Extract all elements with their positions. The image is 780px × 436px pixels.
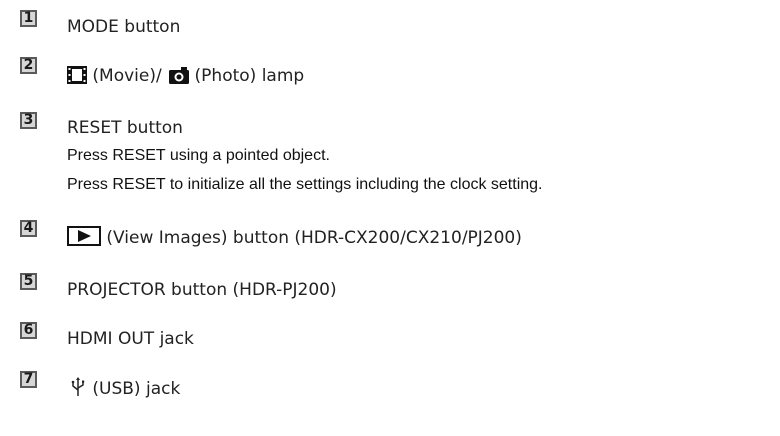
item-note: Press RESET to initialize all the settin… xyxy=(67,176,543,193)
document-page: { "items": [ {"number": "1", "label": "M… xyxy=(0,0,780,436)
item-number-badge: 1 xyxy=(20,10,37,27)
play-icon xyxy=(67,226,101,246)
item-number-badge: 7 xyxy=(20,371,37,388)
item-number-badge: 4 xyxy=(20,220,37,237)
item-label: (Movie)/ (Photo) lamp xyxy=(67,65,304,87)
usb-icon xyxy=(71,377,85,396)
item-note: Press RESET using a pointed object. xyxy=(67,147,330,164)
item-label: PROJECTOR button (HDR-PJ200) xyxy=(67,280,337,300)
movie-label: (Movie)/ xyxy=(92,66,162,86)
item-label: HDMI OUT jack xyxy=(67,329,194,349)
film-icon xyxy=(67,66,87,84)
view-images-label: (View Images) button (HDR-CX200/CX210/PJ… xyxy=(106,228,522,248)
item-label: RESET button xyxy=(67,118,183,138)
item-number-badge: 2 xyxy=(20,57,37,74)
camera-icon xyxy=(169,67,190,84)
photo-label: (Photo) lamp xyxy=(194,66,305,86)
item-number-badge: 6 xyxy=(20,322,37,339)
item-label: (USB) jack xyxy=(67,377,180,400)
item-number-badge: 5 xyxy=(20,273,37,290)
item-label: (View Images) button (HDR-CX200/CX210/PJ… xyxy=(67,226,522,249)
item-label: MODE button xyxy=(67,17,181,37)
usb-label: (USB) jack xyxy=(92,379,181,399)
item-number-badge: 3 xyxy=(20,112,37,129)
